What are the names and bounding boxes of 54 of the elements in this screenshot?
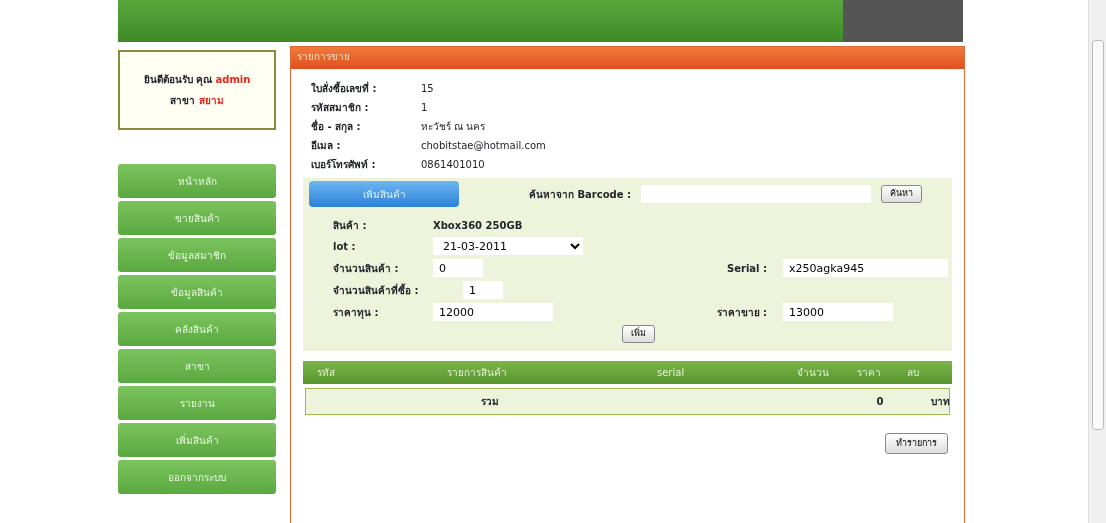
menu-button[interactable]: ออกจากระบบ (118, 460, 276, 494)
barcode-field[interactable] (641, 185, 871, 203)
input-field[interactable]: 13000 (783, 303, 893, 321)
field-label: รหัสสมาชิก : (311, 101, 370, 115)
field-label: ใบสั่งซื้อเลขที่ : (311, 81, 378, 96)
column-header: ราคา (857, 365, 882, 380)
field-label: Serial : (726, 261, 768, 276)
scrollbar[interactable] (1088, 0, 1106, 523)
field-value: 0861401010 (421, 158, 486, 172)
input-field[interactable]: 1 (463, 281, 503, 299)
branch-name: สยาม (198, 95, 224, 106)
menu-button[interactable]: รายงาน (118, 386, 276, 420)
field-label: จำนวนสินค้าที่ซื้อ : (333, 282, 420, 298)
column-header: serial (657, 365, 686, 380)
add-button[interactable]: เพิ่ม (621, 325, 655, 343)
total-amount: 0 (875, 394, 885, 409)
panel-title: รายการขาย (291, 47, 964, 69)
total-label: รวม (480, 394, 500, 409)
column-header: จำนวน (797, 365, 830, 380)
welcome-text: ยินดีต้อนรับ คุณ (143, 74, 214, 85)
input-field[interactable]: 12000 (433, 303, 553, 321)
field-value: chobitstae@hotmail.com (421, 139, 546, 153)
menu-button[interactable]: สาขา (118, 349, 276, 383)
add-product-button[interactable]: เพิ่มสินค้า (309, 181, 459, 207)
field-value: หะวัชร์ ณ นคร (421, 120, 487, 134)
user-name: admin (215, 74, 251, 85)
column-header: ลบ (907, 365, 920, 380)
field-label: จำนวนสินค้า : (333, 261, 400, 276)
field-value: 15 (421, 82, 435, 96)
currency-unit: บาท (930, 394, 950, 409)
input-field[interactable]: 0 (433, 259, 483, 277)
menu-button[interactable]: ข้อมูลสินค้า (118, 275, 276, 309)
field-label: สินค้า : (333, 219, 368, 233)
barcode-label: ค้นหาจาก Barcode : (529, 187, 631, 202)
field-label: ราคาขาย : (715, 305, 768, 320)
field-label: เบอร์โทรศัพท์ : (311, 158, 377, 172)
field-label: ราคาทุน : (333, 305, 380, 320)
column-header: รหัส (317, 365, 336, 380)
field-label: ชื่อ - สกุล : (311, 119, 362, 134)
menu-button[interactable]: คลังสินค้า (118, 312, 276, 346)
submit-button[interactable]: ทำรายการ (885, 432, 948, 454)
menu-button[interactable]: เพิ่มสินค้า (118, 423, 276, 457)
product-name: Xbox360 250GB (433, 219, 524, 233)
branch-label: สาขา (170, 95, 197, 106)
field-value: 1 (421, 101, 429, 115)
column-header: รายการสินค้า (447, 365, 508, 380)
lot-dropdown[interactable]: 21-03-2011 (433, 237, 583, 255)
menu-button[interactable]: ขายสินค้า (118, 201, 276, 235)
input-field[interactable]: x250agka945 (783, 259, 948, 277)
menu-button[interactable]: ข้อมูลสมาชิก (118, 238, 276, 272)
field-label: lot : (333, 239, 357, 254)
field-label: อีเมล : (311, 139, 342, 153)
menu-button[interactable]: หน้าหลัก (118, 164, 276, 198)
search-button[interactable]: ค้นหา (881, 185, 922, 203)
